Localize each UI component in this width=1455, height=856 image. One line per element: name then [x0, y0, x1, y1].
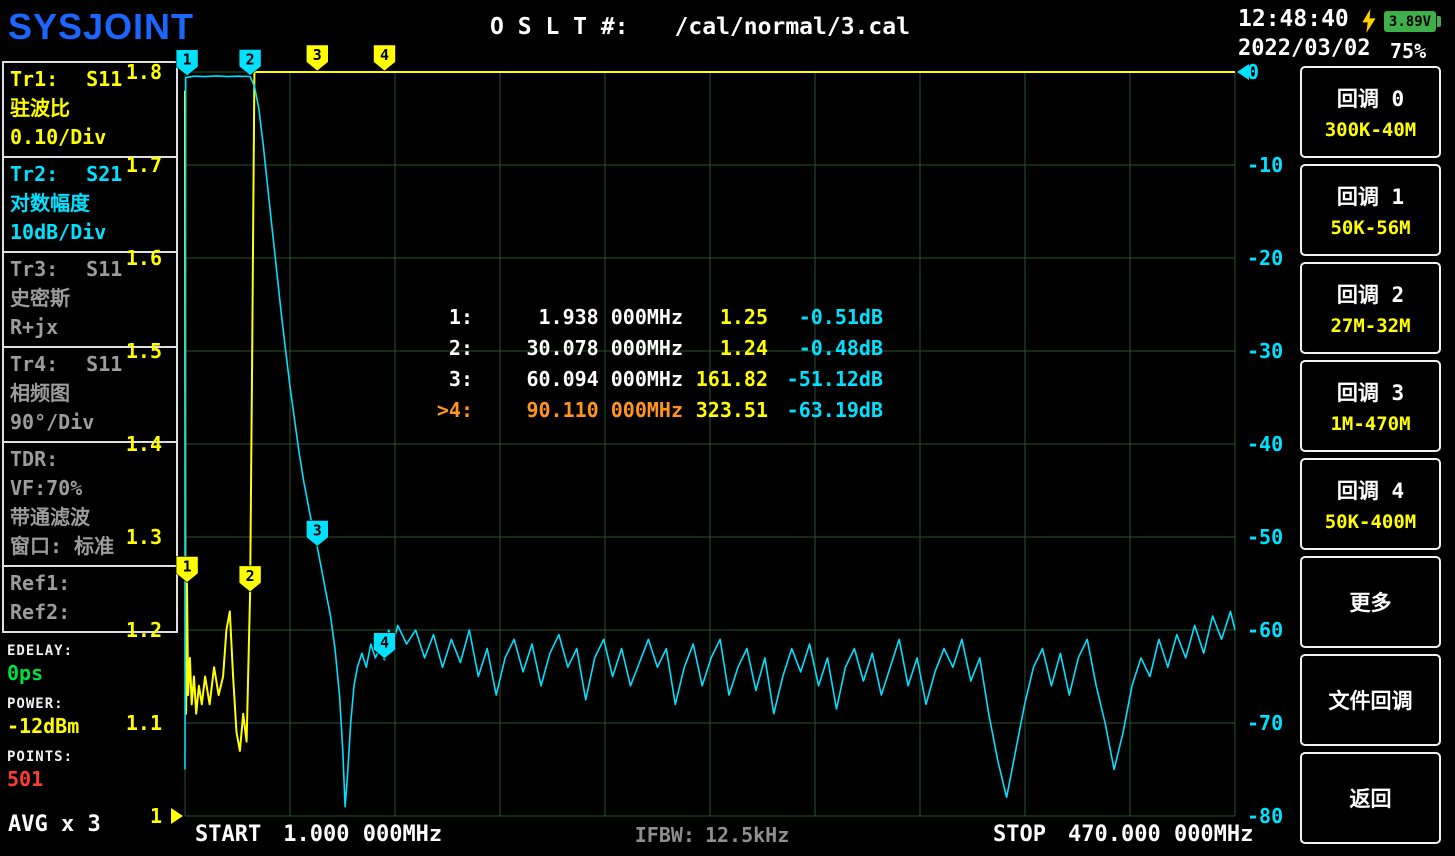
marker-row-3: 3: 60.094 000MHz 161.82 -51.12dB [425, 363, 883, 394]
y-left-tick: 1.3 [125, 525, 162, 549]
svg-text:1: 1 [183, 51, 192, 69]
menu-button-4[interactable]: 回调 4 50K-400M [1300, 458, 1441, 550]
y-left-tick: 1.4 [125, 432, 162, 456]
menu-button-label: 回调 3 [1336, 381, 1405, 405]
y-left-tick: 1.2 [125, 618, 162, 642]
marker-swr-value: 1.24 [719, 335, 768, 360]
marker-freq: 90.110 000MHz [526, 397, 683, 422]
menu-button-3[interactable]: 回调 3 1M-470M [1300, 360, 1441, 452]
menu-button-1[interactable]: 回调 1 50K-56M [1300, 164, 1441, 256]
y-right-tick: -30 [1247, 339, 1284, 363]
menu-button-label: 回调 1 [1336, 185, 1405, 209]
trace-name: Tr2: [10, 162, 59, 186]
menu-button-label: 文件回调 [1328, 689, 1413, 713]
menu-button-0[interactable]: 回调 0 300K-40M [1300, 66, 1441, 158]
menu-button-7[interactable]: 返回 [1300, 752, 1441, 844]
cal-label: O S L T #: [490, 14, 629, 40]
marker-swr-value: 1.25 [719, 304, 768, 329]
marker-flag-2-swr[interactable]: 2 [238, 565, 262, 593]
y-right-tick: -10 [1247, 153, 1284, 177]
marker-freq: 60.094 000MHz [526, 366, 683, 391]
menu-button-label: 回调 0 [1336, 87, 1405, 111]
charging-icon [1362, 9, 1376, 33]
ifbw-indicator[interactable]: IFBW: 12.5kHz [635, 823, 790, 847]
marker-flag-3-s21[interactable]: 3 [306, 520, 329, 547]
y-right-tick: -40 [1247, 432, 1284, 456]
trace-name: Tr3: [10, 257, 59, 281]
trace-name: Tr1: [10, 67, 59, 91]
y-right-tick: -50 [1247, 525, 1284, 549]
start-label: START [195, 822, 262, 847]
marker-id: 1: [448, 304, 473, 329]
marker-swr-value: 323.51 [695, 397, 768, 422]
svg-text:2: 2 [246, 50, 255, 68]
marker-id: >4: [436, 397, 473, 422]
menu-button-sublabel: 50K-400M [1324, 511, 1417, 533]
marker-freq: 1.938 000MHz [538, 304, 684, 329]
svg-text:4: 4 [380, 634, 389, 652]
averaging-indicator: AVG x 3 [8, 812, 101, 837]
y-right-tick: -70 [1247, 711, 1284, 735]
y-left-tick: 1.5 [125, 339, 162, 363]
battery-percent: 75% [1390, 39, 1427, 63]
menu-button-2[interactable]: 回调 2 27M-32M [1300, 262, 1441, 354]
menu-button-6[interactable]: 文件回调 [1300, 654, 1441, 746]
cal-path[interactable]: /cal/normal/3.cal [675, 14, 910, 40]
ifbw-value: 12.5kHz [704, 823, 790, 847]
marker-row-2: 2: 30.078 000MHz 1.24 -0.48dB [425, 332, 883, 363]
marker-row-4: >4: 90.110 000MHz 323.51 -63.19dB [425, 394, 883, 425]
menu-button-label: 返回 [1349, 787, 1392, 811]
ifbw-label: IFBW: [634, 823, 695, 847]
marker-flag-1-swr[interactable]: 1 [175, 556, 199, 583]
calibration-info: O S L T #: /cal/normal/3.cal [490, 14, 910, 40]
menu-button-sublabel: 1M-470M [1330, 413, 1411, 435]
marker-id: 3: [448, 366, 473, 391]
menu-button-label: 回调 2 [1336, 283, 1405, 307]
start-value: 1.000 000MHz [283, 822, 443, 847]
marker-id: 2: [448, 335, 473, 360]
marker-readout-table: 1: 1.938 000MHz 1.25 -0.51dB 2: 30.078 000MHz… [425, 301, 883, 425]
marker-flag-3-swr[interactable]: 3 [306, 44, 329, 72]
menu-button-5[interactable]: 更多 [1300, 556, 1441, 648]
battery-indicator: 3.89V [1384, 11, 1441, 32]
y-left-tick: 1.7 [125, 153, 162, 177]
stop-label: STOP [993, 822, 1046, 847]
y-right-tick: 0 [1247, 60, 1260, 84]
marker-row-1: 1: 1.938 000MHz 1.25 -0.51dB [425, 301, 883, 332]
marker-db-value: -0.48dB [798, 335, 883, 360]
y-left-tick: 1.6 [125, 246, 162, 270]
y-right-tick: -60 [1247, 618, 1284, 642]
marker-db-value: -0.51dB [798, 304, 883, 329]
sweep-start[interactable]: START 1.000 000MHz [195, 822, 442, 847]
y-left-tick: 1.8 [125, 60, 162, 84]
y-left-tick: 1.1 [125, 711, 162, 735]
y-axis-left-ticks: 1.8 1.7 1.6 1.5 1.4 1.3 1.2 1.1 1 [100, 0, 162, 856]
svg-text:3: 3 [313, 46, 322, 64]
marker-db-value: -63.19dB [786, 397, 883, 422]
y-right-tick: -20 [1247, 246, 1284, 270]
stop-value: 470.000 000MHz [1067, 822, 1254, 847]
svg-text:3: 3 [313, 521, 322, 539]
marker-freq: 30.078 000MHz [526, 335, 683, 360]
menu-button-label: 更多 [1349, 591, 1392, 615]
marker-db-value: -51.12dB [786, 366, 883, 391]
menu-button-sublabel: 50K-56M [1330, 217, 1411, 239]
ref-arrow-swr-icon [171, 808, 183, 824]
svg-text:2: 2 [246, 567, 255, 585]
menu-button-label: 回调 4 [1336, 479, 1405, 503]
menu-button-sublabel: 300K-40M [1324, 119, 1417, 141]
marker-swr-value: 161.82 [695, 366, 768, 391]
menu-panel: 回调 0 300K-40M 回调 1 50K-56M 回调 2 27M-32M 回调 3 1M… [1300, 66, 1441, 850]
sweep-stop[interactable]: STOP 470.000 000MHz [993, 822, 1253, 847]
marker-flag-4-swr[interactable]: 4 [373, 44, 396, 72]
svg-text:4: 4 [380, 46, 389, 64]
chart-area[interactable]: 1 1 2 2 3 3 4 4 [170, 40, 1250, 830]
vna-screen: SYSJOINT O S L T #: /cal/normal/3.cal 12… [0, 0, 1455, 856]
svg-text:1: 1 [183, 558, 192, 576]
menu-button-sublabel: 27M-32M [1330, 315, 1411, 337]
trace-name: Tr4: [10, 352, 59, 376]
y-left-tick: 1 [149, 804, 162, 828]
battery-voltage: 3.89V [1388, 13, 1432, 30]
